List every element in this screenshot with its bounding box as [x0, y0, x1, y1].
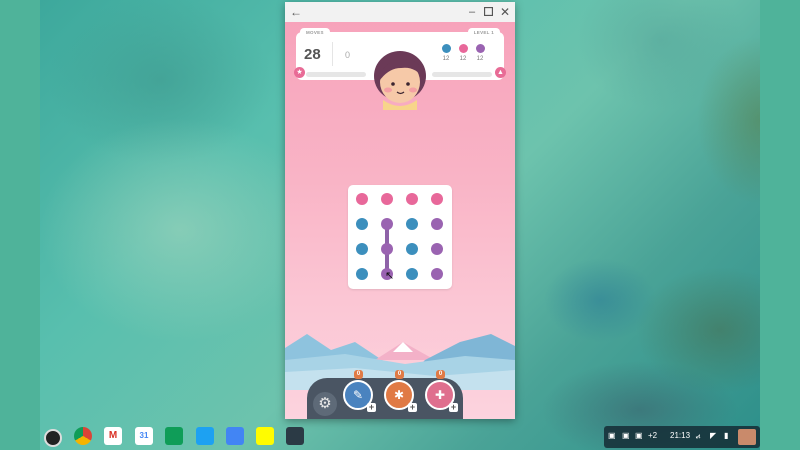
game-area: MOVES LEVEL 1 28 0 12 12 12 ★ ▲ ↖ ⚙ 0 ✎ … [285, 22, 515, 419]
calendar-app-icon[interactable]: 31 [135, 427, 153, 445]
clock[interactable]: 21:13 [670, 431, 690, 440]
dot-pink[interactable] [431, 193, 443, 205]
mouse-cursor-icon: ↖ [385, 270, 395, 282]
settings-gear-icon[interactable]: ⚙ [313, 392, 337, 416]
character-face-icon [374, 51, 426, 110]
close-icon[interactable]: ✕ [496, 2, 514, 22]
dot-blue[interactable] [406, 268, 418, 280]
dot-blue[interactable] [356, 268, 368, 280]
dot-purple[interactable] [431, 243, 443, 255]
moves-progress-bar [306, 72, 366, 77]
game-board[interactable]: ↖ [348, 185, 452, 289]
goal-count: 12 [476, 56, 484, 62]
level-progress-bar [432, 72, 492, 77]
no-signal-icon: ⦯ [696, 431, 701, 440]
dot-blue[interactable] [406, 218, 418, 230]
dot-blue[interactable] [406, 243, 418, 255]
goal-count: 12 [442, 56, 450, 62]
level-label: LEVEL 1 [467, 28, 500, 38]
drive-app-icon[interactable] [165, 427, 183, 445]
expander-powerup-button[interactable]: 0 ✚ + [425, 370, 458, 412]
notification-icon[interactable]: ▣ [635, 431, 643, 440]
launcher-app-icon[interactable] [44, 429, 62, 447]
goal-blue: 12 [440, 44, 452, 62]
twitter-app-icon[interactable] [196, 427, 214, 445]
chrome-app-icon[interactable] [74, 427, 92, 445]
dot-purple[interactable] [431, 218, 443, 230]
app-window: ← – ✕ MOVES LEVEL 1 28 0 12 12 12 ★ ▲ ↖ … [285, 2, 515, 419]
dot-blue[interactable] [356, 218, 368, 230]
notification-icon[interactable]: ▣ [608, 431, 616, 440]
add-icon[interactable]: + [449, 403, 458, 412]
powerup-count: 0 [436, 370, 445, 379]
back-arrow-icon[interactable]: ← [287, 2, 305, 22]
snapchat-app-icon[interactable] [256, 427, 274, 445]
notification-icon[interactable]: ▣ [622, 431, 630, 440]
powerup-count: 0 [354, 370, 363, 379]
moves-counter: 28 [304, 46, 321, 63]
pink-dot-icon [458, 44, 468, 53]
dot-purple[interactable] [381, 243, 393, 255]
star-icon: ★ [294, 67, 305, 78]
dot-blue[interactable] [356, 243, 368, 255]
play-store-app-icon[interactable] [226, 427, 244, 445]
user-avatar[interactable] [738, 429, 756, 445]
eraser-powerup-button[interactable]: 0 ✎ + [343, 370, 376, 412]
dot-pink[interactable] [406, 193, 418, 205]
goal-pink: 12 [457, 44, 469, 62]
right-margin [760, 0, 800, 450]
divider [332, 42, 333, 66]
system-tray[interactable]: ▣ ▣ ▣ +2 21:13 ⦯ ◤ ▮ [604, 426, 760, 448]
dot-purple[interactable] [431, 268, 443, 280]
two-dots-app-icon[interactable] [286, 427, 304, 445]
dot-pink[interactable] [381, 193, 393, 205]
moves-label: MOVES [300, 28, 330, 38]
blue-dot-icon [441, 44, 451, 53]
maximize-icon[interactable] [479, 2, 497, 22]
left-margin [0, 0, 40, 450]
add-icon[interactable]: + [367, 403, 376, 412]
add-icon[interactable]: + [408, 403, 417, 412]
dot-pink[interactable] [356, 193, 368, 205]
goal-purple: 12 [474, 44, 486, 62]
score-value: 0 [345, 50, 351, 60]
notification-count: +2 [648, 431, 658, 440]
window-titlebar[interactable]: ← – ✕ [285, 2, 515, 22]
gmail-app-icon[interactable]: M [104, 427, 122, 445]
purple-dot-icon [475, 44, 485, 53]
battery-icon: ▮ [724, 431, 729, 440]
powerup-count: 0 [395, 370, 404, 379]
mountain-icon: ▲ [495, 67, 506, 78]
goal-count: 12 [459, 56, 467, 62]
bomb-powerup-button[interactable]: 0 ✱ + [384, 370, 417, 412]
wifi-icon: ◤ [710, 431, 717, 440]
dot-purple[interactable] [381, 218, 393, 230]
